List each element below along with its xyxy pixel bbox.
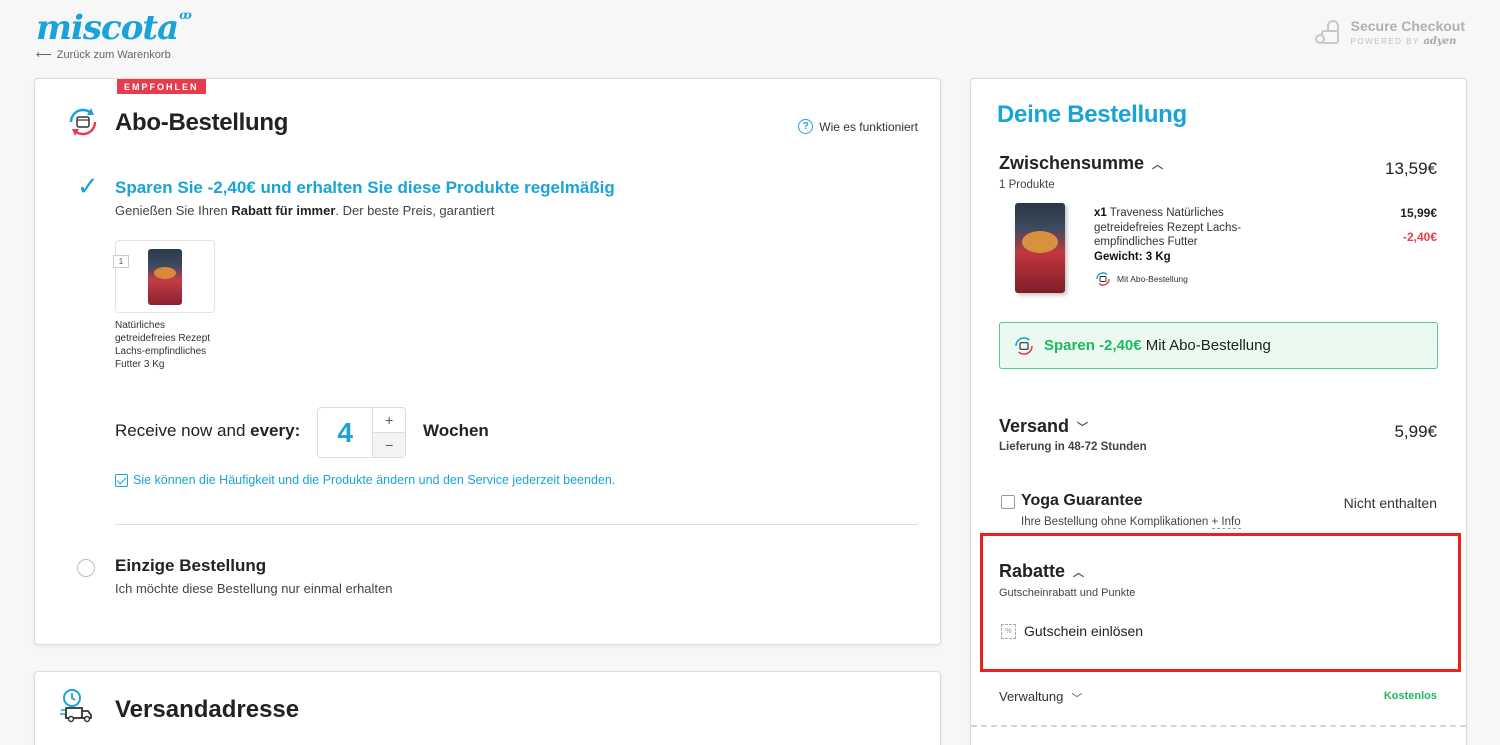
recommended-badge: EMPFOHLEN: [117, 79, 206, 94]
subtotal-amount: 13,59€: [1385, 159, 1437, 178]
interval-value[interactable]: 4: [318, 408, 372, 457]
admin-fee-toggle[interactable]: Verwaltung ﹀: [999, 689, 1082, 706]
miscota-logo[interactable]: miscotaꝏ: [36, 8, 192, 48]
divider: [115, 524, 918, 525]
dashed-divider: [971, 725, 1466, 727]
chevron-down-icon: ﹀: [1077, 422, 1089, 435]
interval-unit: Wochen: [423, 421, 489, 440]
admin-fee-value: Kostenlos: [1383, 690, 1437, 702]
product-thumbnail: 1: [113, 240, 215, 313]
delivery-clock-icon: [60, 689, 92, 723]
yoga-guarantee-subtitle: Ihre Bestellung ohne Komplikationen + In…: [1021, 516, 1241, 529]
single-order-subtitle: Ich möchte diese Bestellung nur einmal e…: [115, 581, 393, 596]
question-icon: ?: [798, 119, 814, 134]
single-order-radio[interactable]: [77, 559, 95, 577]
abo-cycle-icon: [1096, 272, 1110, 286]
order-summary-title: Deine Bestellung: [997, 101, 1187, 128]
item-image: [1015, 203, 1065, 293]
product-image: [148, 249, 182, 305]
how-it-works-link[interactable]: ? Wie es funktioniert: [798, 119, 918, 134]
subscription-savings-banner: Sparen -2,40€ Mit Abo-Bestellung: [999, 322, 1438, 369]
arrow-left-icon: ⟵: [36, 49, 52, 61]
shipping-address-card: Versandadresse: [34, 671, 941, 745]
check-icon[interactable]: ✓: [77, 171, 99, 202]
frequency-note: Sie können die Häufigkeit und die Produk…: [115, 473, 615, 487]
single-order-title[interactable]: Einzige Bestellung: [115, 556, 266, 576]
secure-checkout-badge: Secure Checkout POWERED BY adyen: [1314, 18, 1465, 47]
checkbox-checked-icon: [115, 473, 128, 487]
abo-cycle-icon: [69, 108, 97, 136]
subtotal-toggle[interactable]: Zwischensumme ︿: [999, 153, 1163, 174]
lock-key-icon: [1314, 18, 1343, 46]
powered-by-label: POWERED BY: [1350, 37, 1420, 46]
subscription-save-subtitle: Genießen Sie Ihren Rabatt für immer. Der…: [115, 203, 495, 218]
secure-checkout-title: Secure Checkout: [1350, 18, 1465, 34]
back-to-cart-link[interactable]: ⟵ Zurück zum Warenkorb: [36, 48, 171, 61]
shipping-delivery-time: Lieferung in 48-72 Stunden: [999, 441, 1147, 453]
item-discount: -2,40€: [1402, 230, 1437, 244]
more-info-link[interactable]: + Info: [1211, 516, 1241, 529]
subscription-card: EMPFOHLEN Abo-Bestellung ? Wie es funkti…: [34, 78, 941, 645]
adyen-logo: adyen: [1423, 36, 1457, 47]
yoga-guarantee-title[interactable]: Yoga Guarantee: [1021, 492, 1143, 510]
interval-stepper[interactable]: 4 + −: [317, 407, 406, 458]
chevron-up-icon: ︿: [1152, 159, 1164, 172]
chevron-down-icon: ﹀: [1071, 692, 1083, 705]
product-name: Natürliches getreidefreies Rezept Lachs-…: [115, 320, 211, 370]
shipping-toggle[interactable]: Versand ﹀: [999, 416, 1088, 437]
receive-every-label: Receive now and every:: [115, 421, 301, 440]
increment-button[interactable]: +: [373, 408, 405, 432]
abo-cycle-icon: [1015, 336, 1033, 355]
product-qty-tag: 1: [113, 255, 129, 268]
subtotal-count: 1 Produkte: [999, 179, 1055, 191]
yoga-guarantee-status: Nicht enthalten: [1343, 495, 1437, 511]
item-price: 15,99€: [1400, 206, 1437, 220]
yoga-guarantee-checkbox[interactable]: [1001, 495, 1015, 509]
decrement-button[interactable]: −: [373, 432, 405, 457]
subscription-title: Abo-Bestellung: [115, 109, 289, 136]
item-description: x1 Traveness Natürliches getreidefreies …: [1094, 207, 1242, 263]
subscription-save-title[interactable]: Sparen Sie -2,40€ und erhalten Sie diese…: [115, 178, 615, 198]
shipping-amount: 5,99€: [1394, 422, 1437, 441]
item-subscription-tag: Mit Abo-Bestellung: [1094, 270, 1188, 288]
discounts-highlight-box: [980, 533, 1461, 672]
shipping-address-title: Versandadresse: [115, 696, 300, 723]
